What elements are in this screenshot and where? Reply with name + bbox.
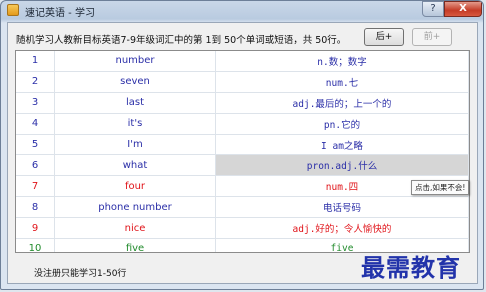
english-word-cell[interactable]: seven: [54, 71, 216, 93]
chinese-meaning-cell[interactable]: n.数；数字: [215, 51, 469, 72]
row-number[interactable]: 8: [16, 196, 55, 219]
word-row[interactable]: 1 number n.数；数字: [16, 51, 469, 72]
row-number[interactable]: 1: [16, 51, 55, 72]
word-row[interactable]: 9 nice adj.好的；令人愉快的: [16, 217, 469, 240]
row-number[interactable]: 2: [16, 71, 55, 93]
english-word-cell[interactable]: I'm: [54, 134, 216, 156]
window-title: 速记英语 - 学习: [25, 8, 95, 19]
english-word-cell[interactable]: it's: [54, 113, 216, 135]
row-number[interactable]: 5: [16, 134, 55, 156]
title-bar[interactable]: 速记英语 - 学习 ? X: [1, 1, 483, 21]
english-word-cell[interactable]: last: [54, 92, 216, 114]
english-word-cell[interactable]: number: [54, 51, 216, 72]
next-page-button[interactable]: 后+: [364, 28, 404, 46]
word-row[interactable]: 2 seven num.七: [16, 71, 469, 93]
close-button[interactable]: X: [444, 1, 482, 17]
chinese-meaning-cell[interactable]: I am之略: [215, 134, 469, 156]
word-row[interactable]: 8 phone number 电话号码: [16, 196, 469, 219]
english-word-cell[interactable]: four: [54, 175, 216, 198]
chinese-meaning-cell[interactable]: num.七: [215, 71, 469, 93]
chinese-meaning-cell[interactable]: pron.adj.什么: [215, 154, 469, 177]
word-row[interactable]: 4 it's pn.它的: [16, 113, 469, 135]
help-button[interactable]: ?: [422, 1, 444, 17]
english-word-cell[interactable]: what: [54, 154, 216, 177]
app-icon: [7, 4, 19, 16]
chinese-meaning-cell[interactable]: adj.好的；令人愉快的: [215, 217, 469, 240]
tooltip: 点击,如果不会!: [411, 180, 470, 195]
english-word-cell[interactable]: five: [54, 238, 216, 252]
registration-notice: 没注册只能学习1-50行: [34, 269, 127, 279]
word-row[interactable]: 5 I'm I am之略: [16, 134, 469, 156]
app-window: 速记英语 - 学习 ? X 随机学习人教新目标英语7-9年级词汇中的第 1到 5…: [0, 0, 484, 290]
previous-page-button[interactable]: 前+: [412, 28, 452, 46]
row-number[interactable]: 9: [16, 217, 55, 240]
row-number[interactable]: 4: [16, 113, 55, 135]
study-range-info: 随机学习人教新目标英语7-9年级词汇中的第 1到 50个单词或短语，共 50行。: [16, 35, 347, 46]
row-number[interactable]: 6: [16, 154, 55, 177]
word-row[interactable]: 7 four num.四: [16, 175, 469, 198]
chinese-meaning-cell[interactable]: 电话号码: [215, 196, 469, 219]
chinese-meaning-cell[interactable]: pn.它的: [215, 113, 469, 135]
watermark-logo: 最需教育: [361, 253, 461, 282]
word-row[interactable]: 3 last adj.最后的；上一个的: [16, 92, 469, 114]
row-number[interactable]: 3: [16, 92, 55, 114]
word-table: 1 number n.数；数字 2 seven num.七 3 last adj.最后的；上一个…: [15, 50, 470, 253]
chinese-meaning-cell[interactable]: adj.最后的；上一个的: [215, 92, 469, 114]
row-number[interactable]: 7: [16, 175, 55, 198]
english-word-cell[interactable]: phone number: [54, 196, 216, 219]
row-number[interactable]: 10: [16, 238, 55, 252]
client-area: 随机学习人教新目标英语7-9年级词汇中的第 1到 50个单词或短语，共 50行。…: [7, 22, 478, 284]
word-row[interactable]: 6 what pron.adj.什么: [16, 154, 469, 177]
english-word-cell[interactable]: nice: [54, 217, 216, 240]
